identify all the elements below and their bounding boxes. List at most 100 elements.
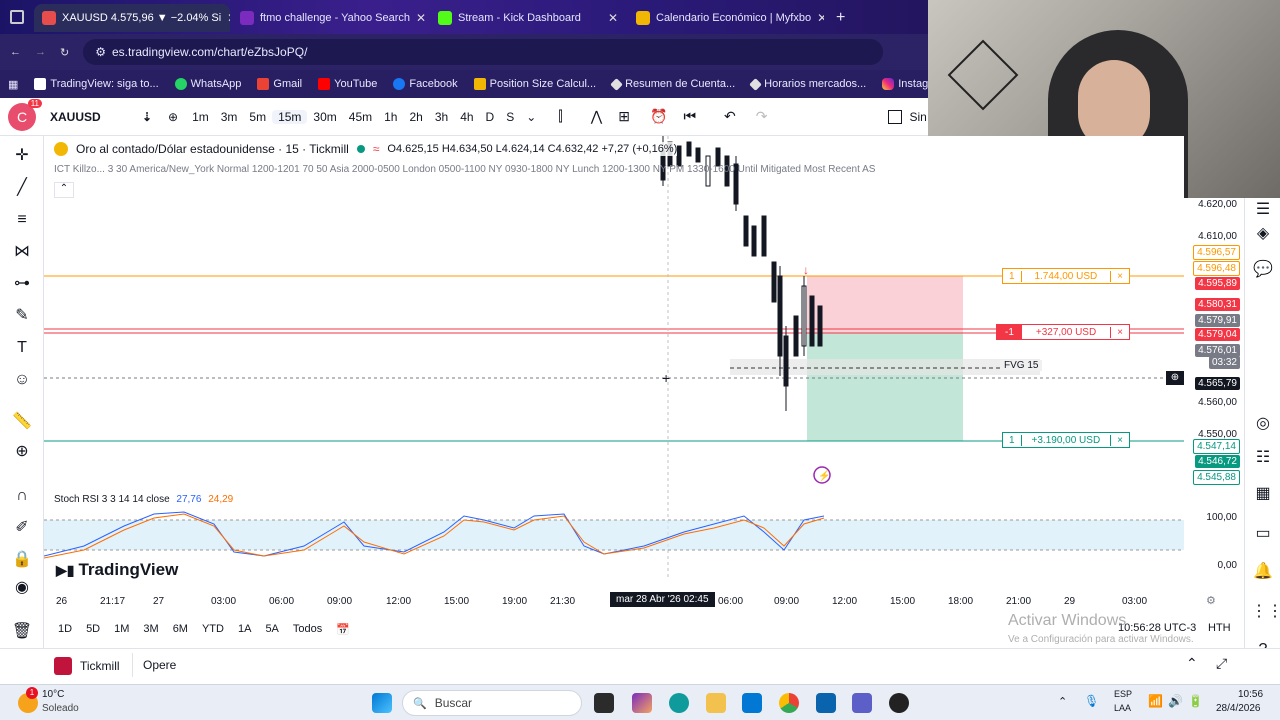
tf-5m[interactable]: 5m bbox=[243, 110, 272, 124]
watchlist-icon[interactable]: ☰ bbox=[1251, 198, 1275, 222]
tab-yahoo[interactable]: ftmo challenge - Yahoo Search ✕ bbox=[232, 4, 428, 32]
price-axis[interactable]: 4.620,00 4.610,00 4.596,57 4.596,48 4.595,89… bbox=[1184, 198, 1244, 588]
text-icon[interactable]: T bbox=[10, 336, 34, 360]
copilot-icon[interactable] bbox=[632, 693, 652, 713]
undo-icon[interactable]: ↶ bbox=[724, 108, 736, 125]
redo-icon[interactable]: ↷ bbox=[756, 108, 768, 125]
forward-icon[interactable]: → bbox=[35, 46, 46, 58]
store-icon[interactable] bbox=[742, 693, 762, 713]
range-1a[interactable]: 1A bbox=[238, 623, 251, 635]
close-icon[interactable]: ✕ bbox=[608, 11, 618, 25]
mic-icon[interactable]: 🎙 bbox=[1084, 694, 1099, 708]
layout-icon[interactable] bbox=[887, 109, 902, 124]
tf-1m[interactable]: 1m bbox=[186, 110, 215, 124]
ideas-icon[interactable]: ▭ bbox=[1251, 522, 1275, 546]
order-tp-top[interactable]: 1 1.744,00 USD × bbox=[1002, 268, 1130, 284]
ruler-icon[interactable]: 📏 bbox=[10, 410, 34, 434]
bookmark-resumen[interactable]: Resumen de Cuenta... bbox=[610, 77, 735, 91]
range-todos[interactable]: Todos bbox=[293, 623, 322, 635]
tf-15m[interactable]: 15m bbox=[272, 109, 308, 124]
chart-pane[interactable]: + ⚡ ↓ Oro al contado/Dólar estadounidens… bbox=[44, 136, 1184, 580]
chat-icon[interactable]: 💬 bbox=[1251, 258, 1275, 282]
templates-icon[interactable]: ⊞ bbox=[618, 108, 630, 125]
fib-icon[interactable]: ≡ bbox=[10, 208, 34, 232]
range-3m[interactable]: 3M bbox=[143, 623, 158, 635]
file-explorer-icon[interactable] bbox=[706, 693, 726, 713]
tf-d[interactable]: D bbox=[480, 110, 501, 124]
close-icon[interactable]: × bbox=[1110, 270, 1129, 282]
hotlist-icon[interactable]: ☷ bbox=[1251, 446, 1275, 470]
replay-icon[interactable]: ⏮ bbox=[683, 108, 696, 125]
taskbar-time[interactable]: 10:56 bbox=[1238, 689, 1263, 700]
candle-type-icon[interactable]: ⫿ bbox=[558, 108, 562, 125]
tab-search-icon[interactable] bbox=[10, 10, 24, 24]
bell-icon[interactable]: 🔔 bbox=[1251, 560, 1275, 584]
taskbar-date[interactable]: 28/4/2026 bbox=[1216, 703, 1261, 714]
tf-1h[interactable]: 1h bbox=[378, 110, 403, 124]
outlook-icon[interactable] bbox=[816, 693, 836, 713]
reload-icon[interactable]: ↻ bbox=[60, 46, 69, 59]
site-info-icon[interactable]: ⚙ bbox=[95, 45, 106, 59]
save-status-label[interactable]: Sin bbox=[910, 110, 927, 124]
lang-primary[interactable]: ESP bbox=[1114, 689, 1132, 699]
url-field[interactable]: ⚙ es.tradingview.com/chart/eZbsJoPQ/ bbox=[83, 39, 884, 65]
symbol-search[interactable]: XAUUSD ⇣ bbox=[50, 110, 160, 124]
close-icon[interactable]: × bbox=[1110, 434, 1129, 446]
pattern-icon[interactable]: ⋈ bbox=[10, 240, 34, 264]
rsi-legend[interactable]: Stoch RSI 3 3 14 14 close 27,76 24,29 bbox=[54, 494, 233, 505]
bookmark-tradingview[interactable]: TradingView: siga to... bbox=[34, 78, 159, 90]
bookmark-horarios[interactable]: Horarios mercados... bbox=[749, 77, 866, 91]
bookmark-whatsapp[interactable]: WhatsApp bbox=[174, 78, 241, 90]
apps-icon[interactable]: ⋮⋮ bbox=[1251, 600, 1280, 624]
task-view-icon[interactable] bbox=[594, 693, 614, 713]
tf-45m[interactable]: 45m bbox=[343, 110, 378, 124]
chevron-up-icon[interactable]: ⌃ bbox=[1058, 695, 1067, 708]
maximize-icon[interactable]: ⤢ bbox=[1216, 655, 1227, 672]
brush-icon[interactable]: ✎ bbox=[10, 304, 34, 328]
range-1d[interactable]: 1D bbox=[58, 623, 72, 635]
order-position[interactable]: -1 +327,00 USD × bbox=[996, 324, 1130, 340]
eye-icon[interactable]: ◉ bbox=[10, 576, 34, 600]
apps-icon[interactable]: ▦ bbox=[8, 78, 18, 91]
tf-3h[interactable]: 3h bbox=[429, 110, 454, 124]
collapse-legend-icon[interactable]: ⌃ bbox=[54, 182, 74, 198]
magnet-icon[interactable]: ∩ bbox=[10, 484, 34, 508]
forecast-icon[interactable]: ⊶ bbox=[10, 272, 34, 296]
broker-name[interactable]: Tickmill bbox=[80, 659, 120, 673]
add-symbol-icon[interactable]: ⊕ bbox=[168, 110, 178, 124]
battery-icon[interactable]: 🔋 bbox=[1188, 694, 1203, 708]
order-tp-bottom[interactable]: 1 +3.190,00 USD × bbox=[1002, 432, 1130, 448]
session-label[interactable]: HTH bbox=[1208, 622, 1231, 634]
indicator-legend[interactable]: ICT Killzo... 3 30 America/New_York Norm… bbox=[54, 164, 934, 175]
new-tab-button[interactable]: + bbox=[828, 4, 852, 32]
close-icon[interactable]: ✕ bbox=[227, 11, 230, 25]
range-ytd[interactable]: YTD bbox=[202, 623, 224, 635]
close-icon[interactable]: ✕ bbox=[817, 11, 824, 25]
trade-button[interactable]: Opere bbox=[132, 653, 184, 677]
lang-secondary[interactable]: LAA bbox=[1114, 703, 1131, 713]
volume-icon[interactable]: 🔊 bbox=[1168, 694, 1183, 708]
tf-2h[interactable]: 2h bbox=[403, 110, 428, 124]
range-5d[interactable]: 5D bbox=[86, 623, 100, 635]
bookmark-position-size[interactable]: Position Size Calcul... bbox=[473, 78, 596, 90]
bookmark-instagram[interactable]: Instagram bbox=[882, 78, 928, 90]
weather-desc[interactable]: Soleado bbox=[42, 703, 79, 714]
calendar-icon[interactable]: 📅 bbox=[336, 623, 350, 636]
back-icon[interactable]: ← bbox=[10, 46, 21, 58]
tab-xauusd[interactable]: XAUUSD 4.575,96 ▼ −2.04% Si ✕ bbox=[34, 4, 230, 32]
bookmark-youtube[interactable]: YouTube bbox=[318, 78, 377, 90]
teams-icon[interactable] bbox=[852, 693, 872, 713]
layers-icon[interactable]: ◈ bbox=[1251, 222, 1275, 246]
chrome-icon[interactable] bbox=[779, 693, 799, 713]
range-6m[interactable]: 6M bbox=[173, 623, 188, 635]
chevron-up-icon[interactable]: ⌃ bbox=[1186, 655, 1198, 672]
app-icon[interactable] bbox=[889, 693, 909, 713]
bookmark-facebook[interactable]: Facebook bbox=[393, 78, 458, 90]
close-icon[interactable]: × bbox=[1110, 326, 1129, 338]
close-icon[interactable]: ✕ bbox=[416, 11, 426, 25]
zoom-icon[interactable]: ⊕ bbox=[10, 440, 34, 464]
range-1m[interactable]: 1M bbox=[114, 623, 129, 635]
crosshair-icon[interactable]: ✛ bbox=[10, 144, 34, 168]
tf-30m[interactable]: 30m bbox=[307, 110, 342, 124]
symbol-title[interactable]: Oro al contado/Dólar estadounidense · 15… bbox=[76, 142, 349, 156]
